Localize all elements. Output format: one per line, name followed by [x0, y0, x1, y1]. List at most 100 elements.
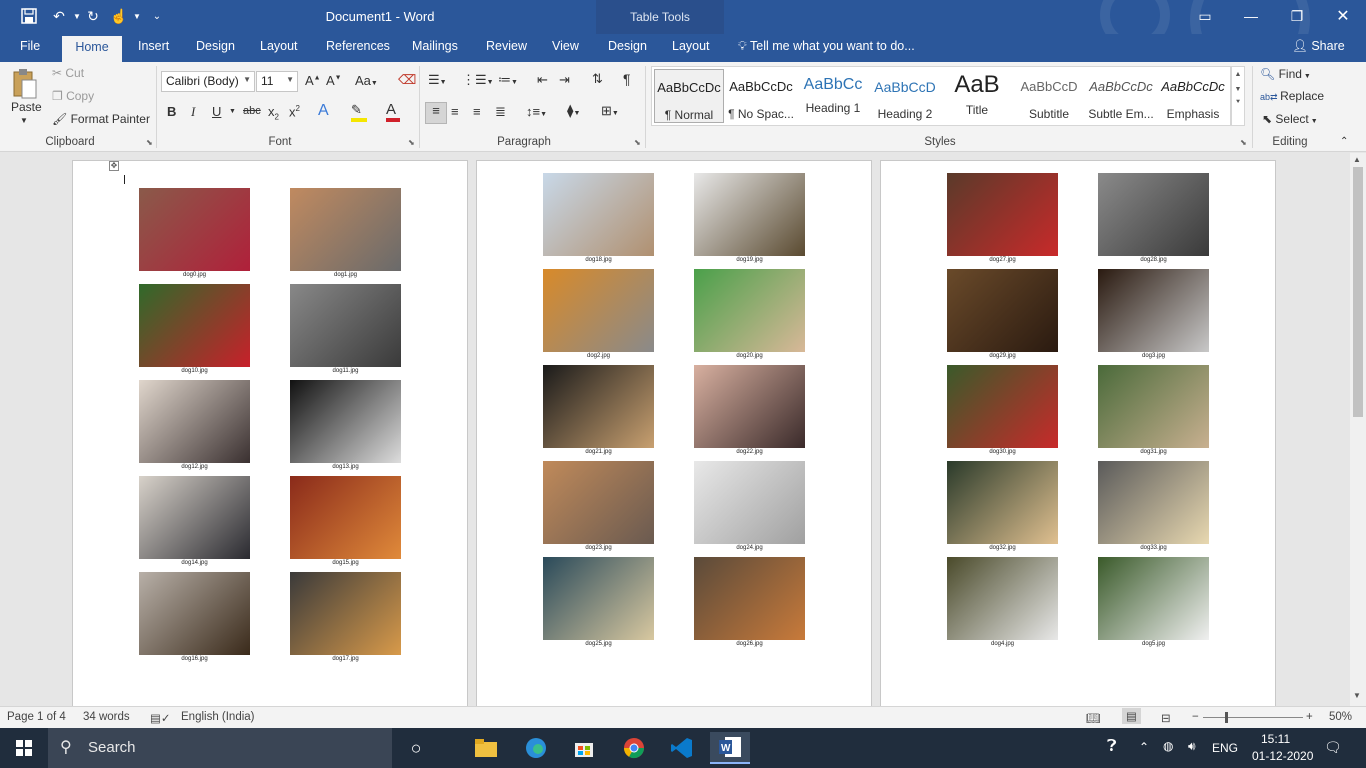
- page-count[interactable]: Page 1 of 4: [7, 711, 66, 723]
- table-cell[interactable]: dog2.jpg: [543, 269, 654, 359]
- dog-photo[interactable]: [1098, 365, 1209, 448]
- network-icon[interactable]: ◍: [1163, 739, 1173, 753]
- zoom-level[interactable]: 50%: [1329, 711, 1352, 723]
- ribbon-display-options-icon[interactable]: ▭: [1190, 4, 1220, 28]
- justify-icon[interactable]: ≣: [495, 104, 506, 120]
- tab-review[interactable]: Review: [486, 39, 527, 53]
- tab-references[interactable]: References: [326, 39, 390, 53]
- paste-dropdown-icon[interactable]: ▼: [20, 116, 28, 125]
- notifications-icon[interactable]: 🗨︎: [1324, 739, 1342, 756]
- table-cell[interactable]: dog10.jpg: [139, 284, 250, 374]
- tab-table-design[interactable]: Design: [608, 39, 647, 53]
- table-cell[interactable]: dog31.jpg: [1098, 365, 1209, 455]
- style-no-spacing[interactable]: AaBbCcDc ¶ No Spac...: [726, 69, 796, 123]
- language[interactable]: English (India): [181, 711, 255, 723]
- table-cell[interactable]: dog25.jpg: [543, 557, 654, 647]
- style-heading-1[interactable]: AaBbCc Heading 1: [798, 69, 868, 123]
- numbering-icon[interactable]: ⋮☰▼: [462, 72, 494, 88]
- dog-photo[interactable]: [543, 365, 654, 448]
- replace-button[interactable]: ab⇄ Replace: [1260, 89, 1324, 103]
- styles-launcher-icon[interactable]: ⬊: [1240, 138, 1247, 147]
- table-move-handle-icon[interactable]: ✥: [109, 161, 119, 171]
- subscript-icon[interactable]: x2: [268, 104, 279, 122]
- tab-mailings[interactable]: Mailings: [412, 39, 458, 53]
- align-right-icon[interactable]: ≡: [473, 104, 481, 119]
- text-effects-icon[interactable]: A: [318, 102, 329, 120]
- style-heading-2[interactable]: AaBbCcD Heading 2: [870, 69, 940, 123]
- tab-file[interactable]: File: [20, 39, 40, 53]
- style-subtitle[interactable]: AaBbCcD Subtitle: [1014, 69, 1084, 123]
- table-cell[interactable]: dog27.jpg: [947, 173, 1058, 263]
- dog-photo[interactable]: [694, 461, 805, 544]
- dog-photo[interactable]: [290, 476, 401, 559]
- chevron-up-icon[interactable]: ⌃: [1139, 740, 1149, 754]
- tab-view[interactable]: View: [552, 39, 579, 53]
- dog-photo[interactable]: [139, 572, 250, 655]
- paragraph-launcher-icon[interactable]: ⬊: [634, 138, 641, 147]
- superscript-icon[interactable]: x2: [289, 104, 300, 119]
- table-cell[interactable]: dog4.jpg: [947, 557, 1058, 647]
- dog-photo[interactable]: [543, 173, 654, 256]
- word-count[interactable]: 34 words: [83, 711, 130, 723]
- italic-icon[interactable]: I: [191, 104, 195, 120]
- dog-photo[interactable]: [694, 557, 805, 640]
- select-button[interactable]: ⬉ Select ▼: [1262, 112, 1318, 126]
- align-center-icon[interactable]: ≡: [451, 104, 459, 119]
- sort-icon[interactable]: ⇅: [592, 71, 603, 87]
- vscode-icon[interactable]: [662, 732, 702, 764]
- dog-photo[interactable]: [947, 365, 1058, 448]
- file-explorer-icon[interactable]: [466, 732, 506, 764]
- underline-icon[interactable]: U: [212, 104, 221, 119]
- show-paragraph-marks-icon[interactable]: ¶: [623, 71, 631, 87]
- dog-photo[interactable]: [543, 557, 654, 640]
- proofing-icon[interactable]: ▤✓: [150, 711, 171, 725]
- table-cell[interactable]: dog19.jpg: [694, 173, 805, 263]
- strikethrough-icon[interactable]: abc: [243, 105, 261, 117]
- windows-start-icon[interactable]: [4, 732, 44, 764]
- styles-gallery-scroll[interactable]: ▲ ▼ ⯆: [1231, 66, 1245, 126]
- table-cell[interactable]: dog32.jpg: [947, 461, 1058, 551]
- dog-photo[interactable]: [947, 269, 1058, 352]
- shrink-font-icon[interactable]: A▼: [326, 73, 342, 88]
- dog-photo[interactable]: [139, 380, 250, 463]
- dog-photo[interactable]: [139, 284, 250, 367]
- dog-photo[interactable]: [694, 269, 805, 352]
- style-title[interactable]: AaB Title: [942, 69, 1012, 123]
- dog-photo[interactable]: [290, 284, 401, 367]
- table-cell[interactable]: dog11.jpg: [290, 284, 401, 374]
- font-family-combo[interactable]: Calibri (Body) ▼: [161, 71, 255, 92]
- collapse-ribbon-icon[interactable]: ⌃: [1340, 136, 1348, 147]
- volume-icon[interactable]: 🔊︎: [1188, 739, 1196, 754]
- table-cell[interactable]: dog0.jpg: [139, 188, 250, 278]
- dog-photo[interactable]: [290, 188, 401, 271]
- table-cell[interactable]: dog22.jpg: [694, 365, 805, 455]
- read-mode-icon[interactable]: 📖︎: [1086, 711, 1101, 725]
- dog-photo[interactable]: [694, 173, 805, 256]
- table-cell[interactable]: dog15.jpg: [290, 476, 401, 566]
- dog-photo[interactable]: [290, 380, 401, 463]
- chevron-up-icon[interactable]: ▲: [1232, 71, 1244, 78]
- dog-photo[interactable]: [1098, 461, 1209, 544]
- underline-dropdown-icon[interactable]: ▼: [229, 108, 236, 115]
- dog-photo[interactable]: [543, 269, 654, 352]
- shading-icon[interactable]: ⧫▼: [567, 103, 580, 119]
- print-layout-icon[interactable]: ▤: [1122, 708, 1141, 724]
- vertical-scrollbar[interactable]: ▲ ▼: [1350, 153, 1366, 706]
- tab-home[interactable]: Home: [62, 36, 122, 62]
- table-cell[interactable]: dog13.jpg: [290, 380, 401, 470]
- scroll-thumb[interactable]: [1353, 167, 1363, 417]
- input-language[interactable]: ENG: [1212, 741, 1238, 755]
- close-icon[interactable]: ✕: [1328, 4, 1358, 28]
- table-cell[interactable]: dog29.jpg: [947, 269, 1058, 359]
- find-button[interactable]: 🔍︎ Find ▼: [1260, 67, 1311, 81]
- style-normal[interactable]: AaBbCcDc ¶ Normal: [654, 69, 724, 123]
- tab-design[interactable]: Design: [196, 39, 235, 53]
- edge-icon[interactable]: [516, 732, 556, 764]
- paste-icon[interactable]: [12, 68, 38, 103]
- style-subtle-emphasis[interactable]: AaBbCcDc Subtle Em...: [1086, 69, 1156, 123]
- tab-layout[interactable]: Layout: [260, 39, 298, 53]
- cut-button[interactable]: ✂ Cut: [52, 66, 84, 80]
- table-cell[interactable]: dog17.jpg: [290, 572, 401, 662]
- zoom-slider[interactable]: [1203, 717, 1303, 718]
- dog-photo[interactable]: [290, 572, 401, 655]
